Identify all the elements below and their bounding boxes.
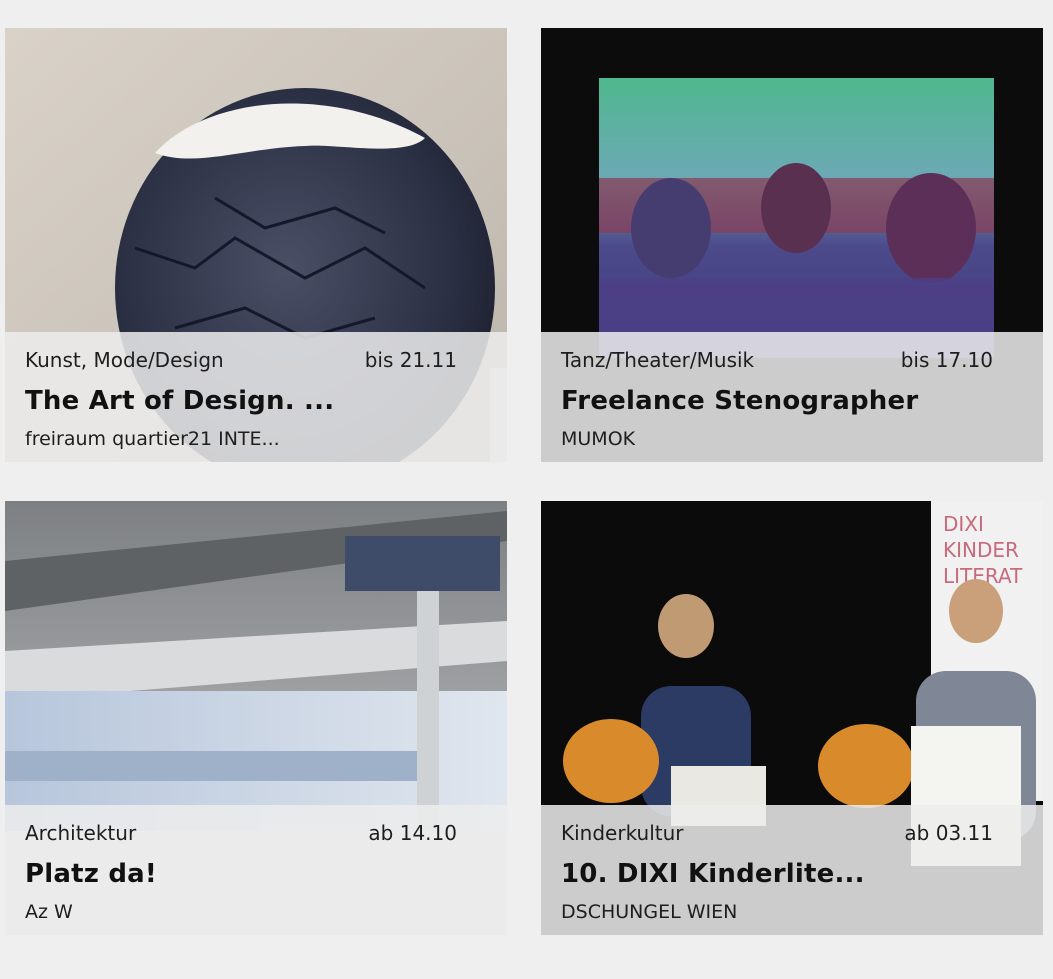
event-category: Kinderkultur xyxy=(561,821,684,845)
event-card-art-of-design[interactable]: Kunst, Mode/Design bis 21.11 The Art of … xyxy=(5,28,507,462)
event-title: The Art of Design. ... xyxy=(25,386,335,416)
event-info-panel: Tanz/Theater/Musik bis 17.10 Freelance S… xyxy=(541,332,1043,462)
event-venue: Az W xyxy=(25,901,73,923)
event-category: Kunst, Mode/Design xyxy=(25,348,224,372)
event-title: 10. DIXI Kinderlite... xyxy=(561,859,865,889)
event-info-panel: Kinderkultur ab 03.11 10. DIXI Kinderlit… xyxy=(541,805,1043,935)
poster-text-1: DIXI xyxy=(943,512,984,536)
event-info-panel: Architektur ab 14.10 Platz da! Az W xyxy=(5,805,507,935)
event-card-freelance-stenographer[interactable]: Tanz/Theater/Musik bis 17.10 Freelance S… xyxy=(541,28,1043,462)
event-date: bis 21.11 xyxy=(364,348,457,372)
event-venue: MUMOK xyxy=(561,428,636,450)
event-card-dixi-kinderliteratur[interactable]: DIXI KINDER LITERAT Kinderkultur ab 03.1… xyxy=(541,501,1043,935)
event-info-panel: Kunst, Mode/Design bis 21.11 The Art of … xyxy=(5,332,507,462)
event-grid: Kunst, Mode/Design bis 21.11 The Art of … xyxy=(0,0,1053,979)
event-category: Tanz/Theater/Musik xyxy=(561,348,755,372)
event-category: Architektur xyxy=(25,821,137,845)
event-venue: DSCHUNGEL WIEN xyxy=(561,901,738,923)
event-date: ab 14.10 xyxy=(368,821,457,845)
event-card-platz-da[interactable]: Architektur ab 14.10 Platz da! Az W xyxy=(5,501,507,935)
poster-text-2: KINDER xyxy=(943,538,1019,562)
event-venue: freiraum quartier21 INTE... xyxy=(25,428,280,450)
event-date: bis 17.10 xyxy=(900,348,993,372)
event-date: ab 03.11 xyxy=(904,821,993,845)
event-title: Freelance Stenographer xyxy=(561,386,919,416)
event-title: Platz da! xyxy=(25,859,157,889)
